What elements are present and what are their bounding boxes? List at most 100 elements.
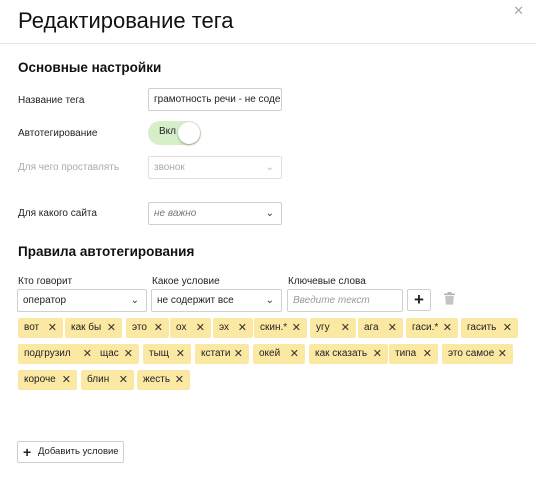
keyword-chip-label: вот [24,322,40,333]
chevron-down-icon: ⌄ [265,162,274,173]
apply-for-value: звонок [154,162,185,173]
keyword-chip-label: как бы [71,322,102,333]
autotag-toggle-label: Вкл [159,126,176,137]
keyword-chip: короче ✕ [18,370,77,390]
keyword-chip: ага ✕ [358,318,403,338]
chevron-down-icon: ⌄ [265,295,274,306]
condition-select[interactable]: не содержит все ⌄ [151,289,282,312]
remove-keyword-icon[interactable]: ✕ [373,344,382,364]
keyword-chip-label: скин.* [260,322,288,333]
remove-keyword-icon[interactable]: ✕ [176,344,185,364]
edit-tag-dialog: Редактирование тега ✕ Основные настройки… [0,0,536,482]
tag-name-label: Название тега [18,95,85,106]
remove-keyword-icon[interactable]: ✕ [290,344,299,364]
speaker-value: оператор [23,295,67,306]
keyword-chip-label: жесть [143,374,171,385]
site-label: Для какого сайта [18,208,97,219]
remove-keyword-icon[interactable]: ✕ [503,318,512,338]
remove-keyword-icon[interactable]: ✕ [292,318,301,338]
keywords-placeholder: Введите текст [293,295,370,306]
apply-for-select: звонок ⌄ [148,156,282,179]
autotag-toggle[interactable]: Вкл [148,121,201,145]
keyword-chip: это самое ✕ [442,344,513,364]
remove-keyword-icon[interactable]: ✕ [62,370,71,390]
site-select[interactable]: не важно ⌄ [148,202,282,225]
keyword-chip-label: ох [176,322,187,333]
keyword-chip: ох ✕ [170,318,211,338]
keyword-chip: жесть ✕ [137,370,190,390]
basic-settings-title: Основные настройки [18,60,162,75]
keyword-chip: угу ✕ [310,318,356,338]
remove-keyword-icon[interactable]: ✕ [341,318,350,338]
remove-keyword-icon[interactable]: ✕ [48,318,57,338]
remove-keyword-icon[interactable]: ✕ [154,318,163,338]
toggle-knob [178,122,200,144]
apply-for-label: Для чего проставлять [18,162,120,173]
keyword-chip-label: кстати [201,348,231,359]
keyword-chip-label: окей [259,348,281,359]
add-condition-label: Добавить условие [38,446,119,457]
keyword-chip-label: гасить [467,322,497,333]
keyword-chip: тыщ ✕ [143,344,191,364]
dialog-header: Редактирование тега ✕ [0,0,536,44]
keywords-label: Ключевые слова [288,276,366,287]
keywords-input[interactable]: Введите текст [287,289,403,312]
keyword-chip-label: эх [219,322,229,333]
keyword-chip-label: блин [87,374,110,385]
keyword-chip: подгрузил ✕ [18,344,98,364]
remove-keyword-icon[interactable]: ✕ [124,344,133,364]
remove-keyword-icon[interactable]: ✕ [234,344,243,364]
remove-keyword-icon[interactable]: ✕ [196,318,205,338]
keyword-chip: кстати ✕ [195,344,249,364]
remove-keyword-icon[interactable]: ✕ [443,318,452,338]
plus-icon: + [23,444,32,460]
speaker-label: Кто говорит [18,276,73,287]
keyword-chip: блин ✕ [81,370,134,390]
keyword-chip-label: типа [395,348,417,359]
autotag-rules-title: Правила автотегирования [18,244,195,259]
remove-keyword-icon[interactable]: ✕ [107,318,116,338]
remove-keyword-icon[interactable]: ✕ [388,318,397,338]
keyword-chip-label: щас [100,348,119,359]
remove-keyword-icon[interactable]: ✕ [175,370,184,390]
autotag-label: Автотегирование [18,128,98,139]
keyword-chip-label: как сказать [315,348,368,359]
chevron-down-icon: ⌄ [265,208,274,219]
remove-keyword-icon[interactable]: ✕ [498,344,507,364]
keyword-chip: окей ✕ [253,344,305,364]
site-value: не важно [154,208,197,219]
keyword-chip: как сказать ✕ [309,344,388,364]
speaker-select[interactable]: оператор ⌄ [17,289,147,312]
keyword-chip-label: это [132,322,147,333]
keyword-chip: гаси.* ✕ [406,318,458,338]
add-keyword-button[interactable]: + [407,289,431,311]
tag-name-value: грамотность речи - не содержит [154,94,281,105]
trash-icon[interactable] [444,292,455,310]
keyword-chip: типа ✕ [389,344,438,364]
dialog-title: Редактирование тега [18,8,234,33]
tag-name-input[interactable]: грамотность речи - не содержит [148,88,282,111]
remove-keyword-icon[interactable]: ✕ [119,370,128,390]
remove-keyword-icon[interactable]: ✕ [83,344,92,364]
add-condition-button[interactable]: + Добавить условие [17,441,124,463]
remove-keyword-icon[interactable]: ✕ [238,318,247,338]
condition-value: не содержит все [157,295,234,306]
keyword-chip-label: ага [364,322,379,333]
keyword-chip-label: гаси.* [412,322,439,333]
close-icon[interactable]: ✕ [513,3,524,19]
keyword-chip: эх ✕ [213,318,253,338]
keyword-chip-label: это самое [448,348,495,359]
keyword-chip: это ✕ [126,318,169,338]
condition-label: Какое условие [152,276,220,287]
keyword-chip-label: угу [316,322,330,333]
keyword-chip: как бы ✕ [65,318,122,338]
keyword-chip: щас ✕ [94,344,139,364]
keyword-chip-label: подгрузил [24,348,71,359]
keyword-chip-label: короче [24,374,56,385]
keyword-chip: вот ✕ [18,318,63,338]
keyword-chip: гасить ✕ [461,318,518,338]
keyword-chip: скин.* ✕ [254,318,307,338]
remove-keyword-icon[interactable]: ✕ [423,344,432,364]
keyword-chip-label: тыщ [149,348,169,359]
chevron-down-icon: ⌄ [130,295,139,306]
